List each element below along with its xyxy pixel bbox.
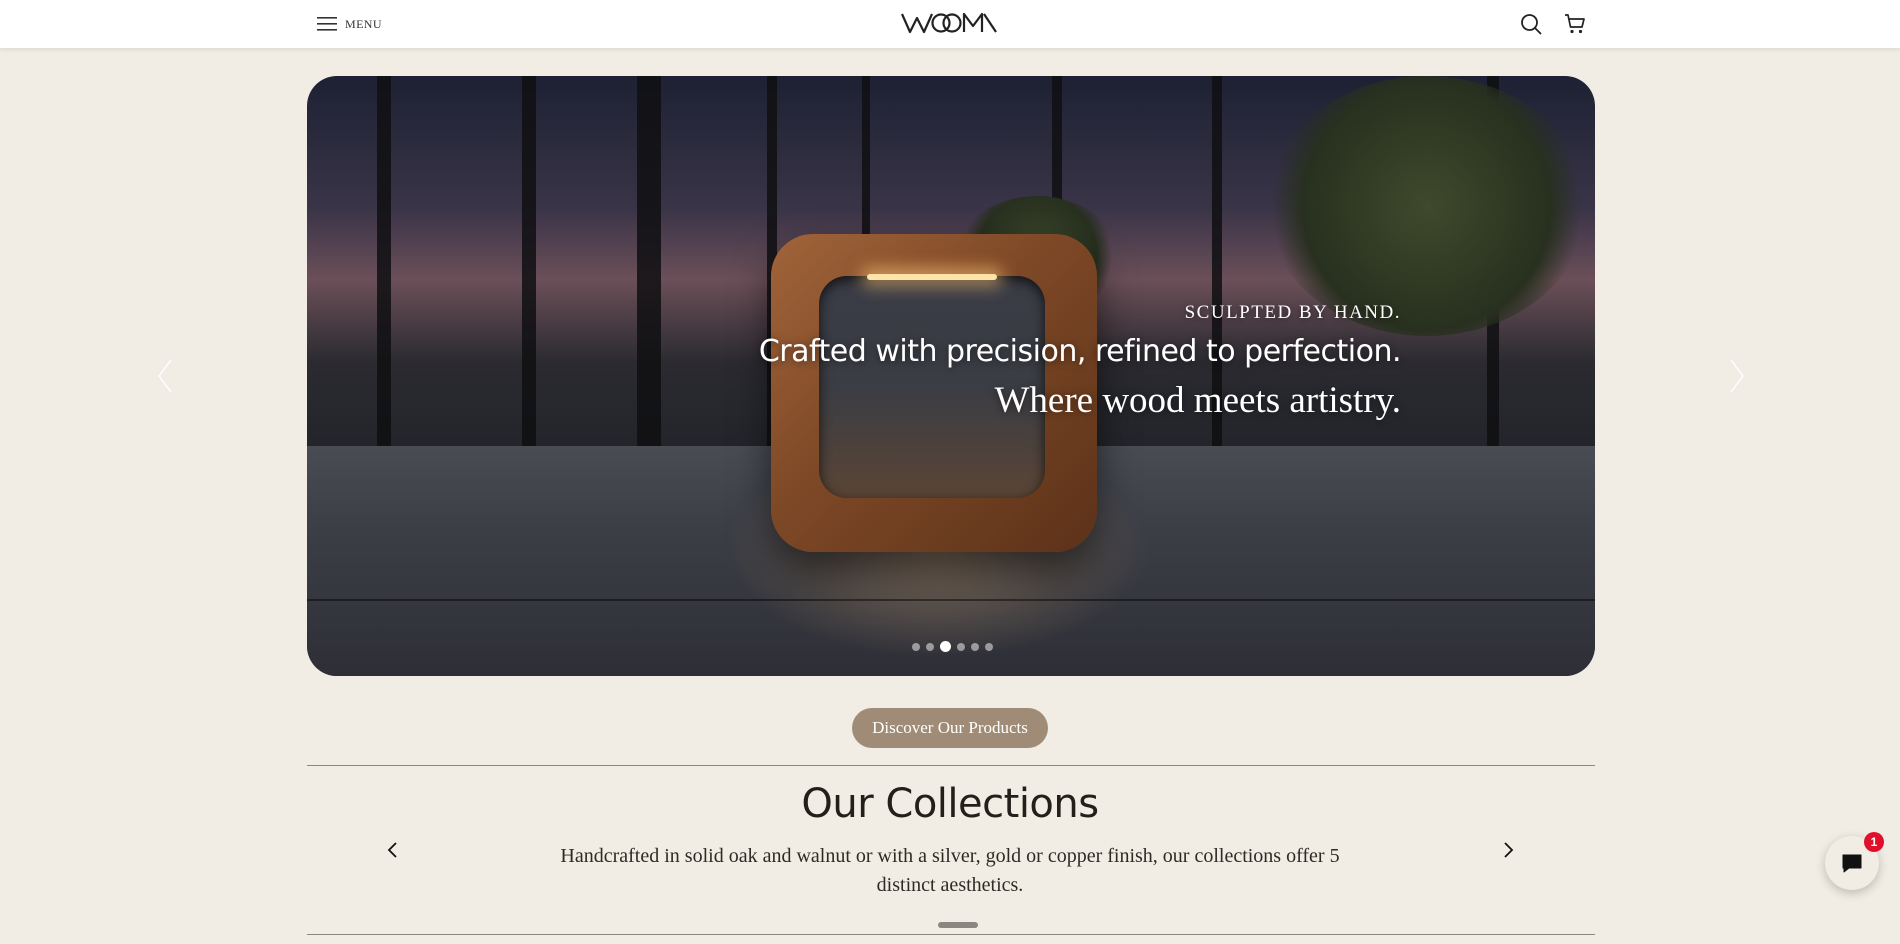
menu-button[interactable]: MENU <box>317 14 382 34</box>
hamburger-icon <box>317 17 337 31</box>
carousel-dot[interactable] <box>926 642 934 651</box>
site-header: MENU <box>0 0 1900 49</box>
hero-tagline: Where wood meets artistry. <box>994 380 1401 421</box>
woom-logo[interactable] <box>900 10 1000 36</box>
hero-slide: SCULPTED BY HAND. Crafted with precision… <box>307 76 1595 676</box>
divider <box>307 765 1595 766</box>
carousel-dot[interactable] <box>912 642 920 651</box>
carousel-pagination <box>912 641 993 652</box>
carousel-prev-icon[interactable] <box>155 358 175 394</box>
hero-eyebrow: SCULPTED BY HAND. <box>1184 302 1401 323</box>
hero-text: SCULPTED BY HAND. Crafted with precision… <box>758 302 1402 422</box>
chat-bubble-icon <box>1842 854 1862 873</box>
tree-foliage <box>1267 76 1587 336</box>
divider <box>307 934 1595 935</box>
chat-badge: 1 <box>1864 832 1884 852</box>
collections-title: Our Collections <box>801 781 1099 827</box>
search-icon[interactable] <box>1520 13 1542 35</box>
collections-prev-icon[interactable] <box>383 840 403 860</box>
cart-icon[interactable] <box>1564 13 1586 35</box>
carousel-dot[interactable] <box>971 642 979 651</box>
scroll-indicator[interactable] <box>938 922 978 928</box>
collections-next-icon[interactable] <box>1498 840 1518 860</box>
carousel-dot[interactable] <box>985 642 993 651</box>
collections-description: Handcrafted in solid oak and walnut or w… <box>560 845 1340 896</box>
carousel-next-icon[interactable] <box>1727 358 1747 394</box>
hero-headline: Crafted with precision, refined to perfe… <box>758 334 1402 369</box>
carousel-dot[interactable] <box>957 642 965 651</box>
menu-label: MENU <box>345 16 382 31</box>
carousel-dot[interactable] <box>940 641 951 652</box>
discover-products-button[interactable]: Discover Our Products <box>852 708 1048 748</box>
